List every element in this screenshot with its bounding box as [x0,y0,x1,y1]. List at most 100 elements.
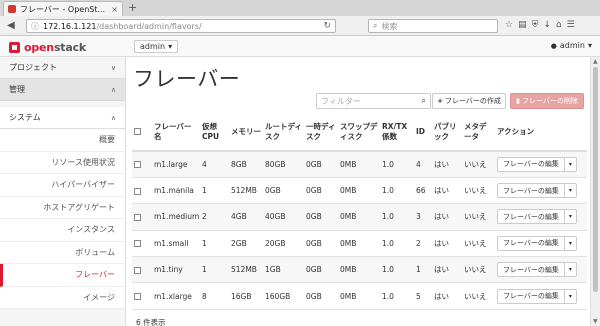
cell-vcpu: 1 [200,256,229,284]
filter-input[interactable]: フィルター ⌕ [316,93,431,109]
sidebar-item-hypervisors[interactable]: ハイパーバイザー [0,174,125,197]
row-checkbox[interactable] [134,240,141,248]
cell-id: 66 [414,177,432,205]
chevron-down-icon[interactable]: ▾ [565,237,576,250]
row-checkbox-cell [132,151,152,178]
cell-action: フレーバーの編集 ▾ [495,203,587,231]
cell-meta[interactable]: いいえ [462,256,495,284]
cell-meta[interactable]: いいえ [462,203,495,231]
main-content: フレーバー フィルター ⌕ + フレーバーの作成 ▮ フレーバーの削除 フレーバ… [126,57,600,326]
scrollbar-thumb[interactable] [593,67,598,292]
chevron-down-icon[interactable]: ▾ [565,290,576,303]
cell-meta[interactable]: いいえ [462,282,495,310]
sidebar-item-overview[interactable]: 概要 [0,129,125,152]
openstack-logo-icon [9,42,20,53]
select-all-checkbox[interactable] [134,128,141,135]
column-header[interactable]: スワップディスク [338,113,380,152]
bookmark-star-icon[interactable]: ☆ [505,20,513,31]
reload-icon[interactable]: ↻ [323,21,331,31]
vertical-scrollbar[interactable]: ▲ ▼ [590,57,600,326]
menu-icon[interactable]: ☰ [567,20,575,31]
cell-meta[interactable]: いいえ [462,177,495,205]
cell-vcpu: 2 [200,203,229,231]
row-checkbox[interactable] [134,213,141,221]
cell-eph: 0GB [304,282,338,310]
column-header[interactable]: パブリック [432,113,462,152]
scroll-up-icon[interactable]: ▲ [593,58,598,65]
browser-search-bar[interactable]: ⌕ 検索 [368,19,498,33]
chevron-down-icon[interactable]: ▾ [565,210,576,223]
user-menu[interactable]: ● admin ▾ [551,41,592,50]
url-bar[interactable]: ⓘ 172.16.1.121 /dashboard/admin/flavors/… [26,19,336,33]
column-header[interactable]: ルートディスク [263,113,304,152]
row-checkbox[interactable] [134,187,141,195]
row-checkbox[interactable] [134,266,141,274]
column-header[interactable]: 仮想CPU [200,113,229,152]
column-header[interactable]: メモリー [229,113,263,152]
download-icon[interactable]: ↓ [543,20,551,31]
chevron-up-icon: ∧ [110,85,116,94]
project-selector[interactable]: admin ▾ [134,40,179,53]
tab-close-icon[interactable]: × [111,5,118,14]
browser-tab[interactable]: フレーバー - OpenSt... × [3,1,123,16]
edit-flavor-button[interactable]: フレーバーの編集 [498,184,565,198]
chevron-down-icon[interactable]: ▾ [565,184,576,197]
url-host: 172.16.1.121 [43,21,97,31]
edit-flavor-button[interactable]: フレーバーの編集 [498,157,565,171]
chevron-down-icon: ▾ [587,41,592,50]
sidebar-item-flavors[interactable]: フレーバー [0,264,125,287]
filter-placeholder: フィルター [321,96,361,106]
edit-flavor-button-group: フレーバーの編集 ▾ [497,209,577,225]
reader-icon[interactable]: ▤ [518,20,527,31]
select-all-checkbox-cell [132,113,152,152]
row-checkbox[interactable] [134,161,141,169]
create-flavor-button[interactable]: + フレーバーの作成 [432,93,506,109]
row-checkbox[interactable] [134,293,141,301]
sidebar-item-images[interactable]: イメージ [0,287,125,309]
column-header[interactable]: RX/TX係数 [380,113,414,152]
flavors-table-body: m1.large 4 8GB 80GB 0GB 0MB 1.0 4 はい いいえ フレーバーの編集 ▾… [132,151,587,310]
sidebar-item-admin[interactable]: 管理 ∧ [0,79,125,101]
edit-flavor-button[interactable]: フレーバーの編集 [498,236,565,250]
shield-icon[interactable]: ⛨ [532,20,539,31]
cell-root: 1GB [263,256,304,284]
cell-public: はい [432,256,462,284]
cell-public: はい [432,177,462,205]
cell-name: m1.small [152,230,200,258]
edit-flavor-button[interactable]: フレーバーの編集 [498,210,565,224]
table-row: m1.small 1 2GB 20GB 0GB 0MB 1.0 2 はい いいえ フレーバーの編集 ▾ [132,230,587,258]
cell-rxtx: 1.0 [380,282,414,310]
sidebar-item-host-aggregates[interactable]: ホストアグリゲート [0,197,125,219]
openstack-logo[interactable]: openstack [9,41,86,54]
new-tab-button[interactable]: + [128,2,137,14]
edit-flavor-button[interactable]: フレーバーの編集 [498,289,565,303]
back-icon[interactable]: ◀ [7,20,15,32]
cell-eph: 0GB [304,151,338,178]
chevron-down-icon[interactable]: ▾ [565,263,576,276]
sidebar-item-instances[interactable]: インスタンス [0,219,125,242]
edit-flavor-button[interactable]: フレーバーの編集 [498,263,565,277]
cell-meta[interactable]: いいえ [462,230,495,258]
delete-flavors-button[interactable]: ▮ フレーバーの削除 [510,93,584,109]
search-icon[interactable]: ⌕ [422,96,426,106]
cell-ram: 2GB [229,230,263,258]
sidebar-item-volumes[interactable]: ボリューム [0,242,125,264]
table-row: m1.tiny 1 512MB 1GB 0GB 0MB 1.0 1 はい いいえ フレーバーの編集 ▾ [132,256,587,284]
column-header[interactable]: ID [414,113,432,152]
search-icon: ⌕ [373,21,378,30]
home-icon[interactable]: ⌂ [556,20,562,31]
cell-root: 0GB [263,177,304,205]
sidebar-item-system[interactable]: システム ∧ [0,107,125,129]
column-header[interactable]: 一時ディスク [304,113,338,152]
column-header[interactable]: フレーバー名 [152,113,200,152]
chevron-down-icon: ∨ [110,63,116,72]
chevron-down-icon[interactable]: ▾ [565,158,576,171]
column-header[interactable]: メタデータ [462,113,495,152]
scroll-down-icon[interactable]: ▼ [593,318,598,325]
table-row: m1.medium 2 4GB 40GB 0GB 0MB 1.0 3 はい いいえ フレーバーの編集… [132,203,587,231]
sidebar-item-project[interactable]: プロジェクト ∨ [0,57,125,79]
cell-eph: 0GB [304,177,338,205]
cell-meta[interactable]: いいえ [462,151,495,178]
sidebar-item-resource-usage[interactable]: リソース使用状況 [0,152,125,174]
row-checkbox-cell [132,203,152,231]
